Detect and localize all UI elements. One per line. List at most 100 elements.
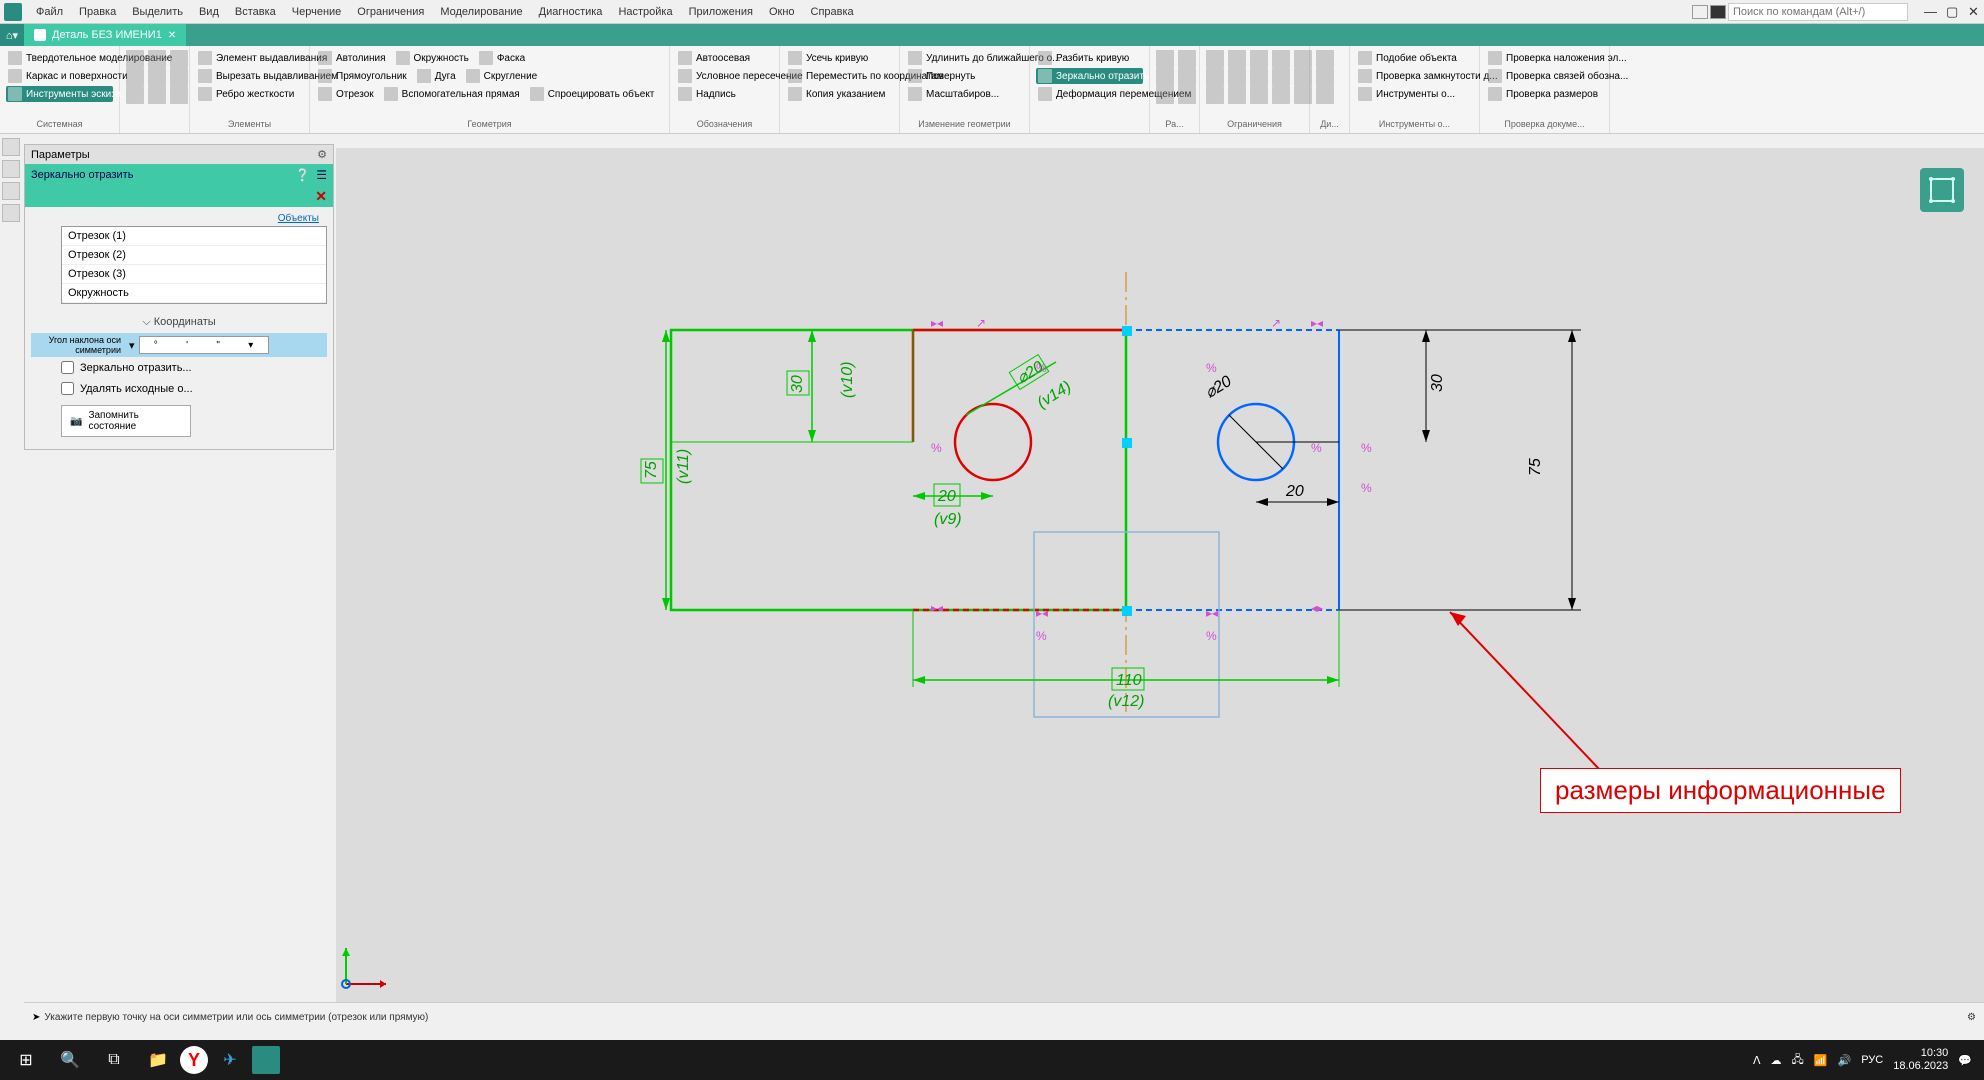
menu-window[interactable]: Окно xyxy=(761,6,803,18)
rb-icon[interactable] xyxy=(1294,86,1312,104)
rb-solid-modeling[interactable]: Твердотельное моделирование xyxy=(6,50,113,66)
rb-icon[interactable] xyxy=(1156,86,1174,104)
rb-icon[interactable] xyxy=(126,50,144,68)
gear-icon[interactable]: ⚙ xyxy=(317,148,327,161)
tray-volume-icon[interactable]: 🔊 xyxy=(1838,1054,1852,1067)
tray-clock[interactable]: 10:30 18.06.2023 xyxy=(1893,1047,1948,1073)
search-button[interactable]: 🔍 xyxy=(48,1042,92,1078)
yandex-icon[interactable]: Y xyxy=(180,1046,208,1074)
rb-icon[interactable] xyxy=(1206,50,1224,68)
rb-segment[interactable]: Отрезок xyxy=(316,86,376,102)
start-button[interactable]: ⊞ xyxy=(4,1042,48,1078)
rb-check-overlap[interactable]: Проверка наложения эл... xyxy=(1486,50,1603,66)
rb-icon[interactable] xyxy=(1250,68,1268,86)
objects-label[interactable]: Объекты xyxy=(31,213,327,224)
tray-wifi-icon[interactable]: 📶 xyxy=(1814,1054,1828,1067)
task-view-button[interactable]: ⧉ xyxy=(92,1042,136,1078)
explorer-icon[interactable]: 📁 xyxy=(136,1042,180,1078)
maximize-button[interactable]: ▢ xyxy=(1938,4,1958,20)
rb-project[interactable]: Спроецировать объект xyxy=(528,86,657,102)
rb-icon[interactable] xyxy=(126,68,144,86)
close-button[interactable]: ✕ xyxy=(1960,4,1980,20)
rb-icon[interactable] xyxy=(1294,50,1312,68)
rb-icon[interactable] xyxy=(1272,86,1290,104)
rb-rib[interactable]: Ребро жесткости xyxy=(196,86,303,102)
rb-cut-extrude[interactable]: Вырезать выдавливанием xyxy=(196,68,303,84)
rb-aux-line[interactable]: Вспомогательная прямая xyxy=(382,86,522,102)
rb-icon[interactable] xyxy=(1316,68,1334,86)
rb-icon[interactable] xyxy=(1228,68,1246,86)
tray-network-icon[interactable]: 🖧 xyxy=(1792,1051,1804,1070)
mirror-checkbox[interactable] xyxy=(61,361,74,374)
rb-scale[interactable]: Масштабиров... xyxy=(906,86,1023,102)
menu-settings[interactable]: Настройка xyxy=(610,6,680,18)
rb-arc[interactable]: Дуга xyxy=(415,68,458,84)
rb-wireframe[interactable]: Каркас и поверхности xyxy=(6,68,113,84)
document-tab[interactable]: Деталь БЕЗ ИМЕНИ1 ✕ xyxy=(24,24,186,46)
sketch-canvas[interactable]: ▸◂↗ ↗▸◂ %% %% ▸◂▸◂ ▸◂◂▸ %% %% 30 (v10) 7… xyxy=(336,148,1984,1032)
rb-icon[interactable] xyxy=(126,86,144,104)
rb-chamfer[interactable]: Фаска xyxy=(477,50,527,66)
delete-originals-checkbox[interactable] xyxy=(61,382,74,395)
rb-check-links[interactable]: Проверка связей обозна... xyxy=(1486,68,1603,84)
menu-apps[interactable]: Приложения xyxy=(681,6,761,18)
vb-icon[interactable] xyxy=(2,138,20,156)
rb-icon[interactable] xyxy=(1156,68,1174,86)
rb-trim[interactable]: Усечь кривую xyxy=(786,50,893,66)
rb-move-coord[interactable]: Переместить по координатам xyxy=(786,68,893,84)
tray-cloud-icon[interactable]: ☁ xyxy=(1771,1054,1782,1067)
rb-icon[interactable] xyxy=(148,86,166,104)
rb-icon[interactable] xyxy=(1250,86,1268,104)
objects-list[interactable]: Отрезок (1) Отрезок (2) Отрезок (3) Окру… xyxy=(61,226,327,304)
remember-state-button[interactable]: 📷 Запомнить состояние xyxy=(61,405,191,437)
rb-icon[interactable] xyxy=(148,50,166,68)
rb-icon[interactable] xyxy=(1250,50,1268,68)
menu-select[interactable]: Выделить xyxy=(124,6,191,18)
kompas-icon[interactable] xyxy=(252,1046,280,1074)
rb-extend[interactable]: Удлинить до ближайшего о... xyxy=(906,50,1023,66)
rb-auto-axis[interactable]: Автоосевая xyxy=(676,50,773,66)
rb-icon[interactable] xyxy=(1316,50,1334,68)
rb-icon[interactable] xyxy=(1316,86,1334,104)
rb-icon[interactable] xyxy=(1228,86,1246,104)
rb-split[interactable]: Разбить кривую xyxy=(1036,50,1143,66)
rb-icon[interactable] xyxy=(170,50,188,68)
rb-icon[interactable] xyxy=(1178,68,1196,86)
rb-mirror[interactable]: Зеркально отразить xyxy=(1036,68,1143,84)
layout-icon[interactable] xyxy=(1692,5,1708,19)
menu-file[interactable]: Файл xyxy=(28,6,71,18)
menu-drawing[interactable]: Черчение xyxy=(284,6,350,18)
menu-view[interactable]: Вид xyxy=(191,6,227,18)
vb-icon[interactable] xyxy=(2,204,20,222)
rb-check-dims[interactable]: Проверка размеров xyxy=(1486,86,1603,102)
rb-autoline[interactable]: Автолиния xyxy=(316,50,388,66)
menu-edit[interactable]: Правка xyxy=(71,6,124,18)
list-item[interactable]: Отрезок (1) xyxy=(62,227,326,246)
rb-extrude[interactable]: Элемент выдавливания xyxy=(196,50,303,66)
vb-icon[interactable] xyxy=(2,182,20,200)
rb-rectangle[interactable]: Прямоугольник xyxy=(316,68,409,84)
rb-icon[interactable] xyxy=(1228,50,1246,68)
rb-icon[interactable] xyxy=(1206,68,1224,86)
list-item[interactable]: Окружность xyxy=(62,284,326,303)
rb-cond-intersect[interactable]: Условное пересечение xyxy=(676,68,773,84)
rb-icon[interactable] xyxy=(1294,68,1312,86)
camera-icon[interactable] xyxy=(1710,5,1726,19)
rb-icon[interactable] xyxy=(1272,68,1290,86)
rb-icon[interactable] xyxy=(148,68,166,86)
rb-icon[interactable] xyxy=(170,86,188,104)
rb-icon[interactable] xyxy=(1178,86,1196,104)
list-item[interactable]: Отрезок (2) xyxy=(62,246,326,265)
tray-chevron-icon[interactable]: ᐱ xyxy=(1753,1054,1761,1067)
menu-help[interactable]: Справка xyxy=(803,6,862,18)
rb-icon[interactable] xyxy=(1272,50,1290,68)
tray-lang[interactable]: РУС xyxy=(1861,1054,1883,1066)
rb-check-closed[interactable]: Проверка замкнутости д... xyxy=(1356,68,1473,84)
rb-fillet[interactable]: Скругление xyxy=(464,68,540,84)
rb-circle[interactable]: Окружность xyxy=(394,50,471,66)
minimize-button[interactable]: — xyxy=(1916,4,1936,20)
help-icon[interactable]: ❔ xyxy=(295,168,310,182)
list-item[interactable]: Отрезок (3) xyxy=(62,265,326,284)
rb-sketch-tools[interactable]: Инструменты эскиза xyxy=(6,86,113,102)
angle-input[interactable]: °'"▾ xyxy=(139,336,269,354)
